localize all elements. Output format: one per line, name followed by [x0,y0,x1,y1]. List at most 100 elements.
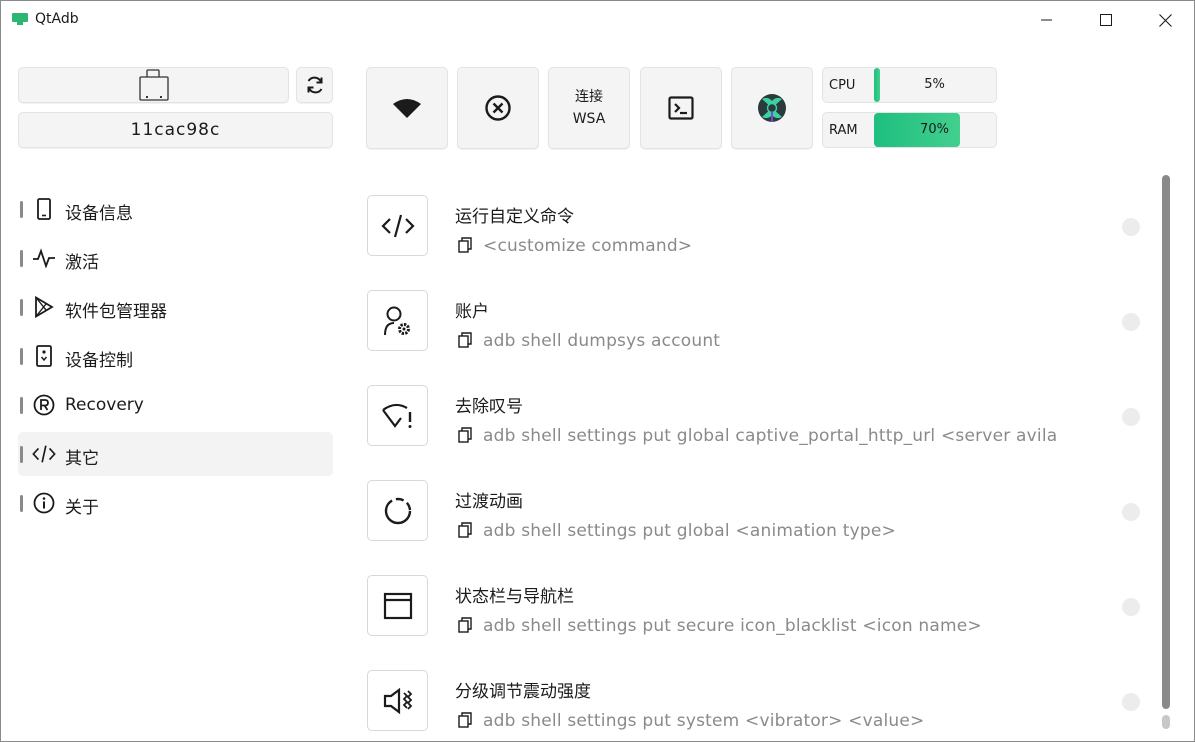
play-store-icon [32,296,56,318]
scrcpy-icon [758,94,786,122]
app-title: QtAdb [35,11,79,27]
device-select-button[interactable] [18,67,289,103]
minimize-icon [1041,19,1052,21]
device-serial-button[interactable]: 11cac98c [18,112,333,148]
command-icon-box[interactable] [367,195,428,256]
refresh-button[interactable] [296,67,333,103]
cancel-circle-icon [485,95,511,121]
copy-icon[interactable] [458,617,472,633]
wireless-connect-button[interactable] [366,67,448,149]
command-text: adb shell settings put global captive_po… [483,426,1058,446]
close-icon [1158,13,1172,27]
command-title: 状态栏与导航栏 [455,587,574,607]
monitor-icon [12,13,28,25]
command-icon-box[interactable] [367,290,428,351]
terminal-icon [668,96,694,120]
sidebar-item-recovery[interactable]: Recovery [18,383,333,427]
copy-icon[interactable] [458,427,472,443]
status-dot [1122,218,1140,236]
user-settings-icon [383,306,410,335]
command-text: adb shell dumpsys account [483,331,721,351]
copy-icon[interactable] [458,522,472,538]
sidebar-item-label: 设备控制 [65,351,133,371]
command-item-transition-animation[interactable]: 过渡动画 adb shell settings put global <anim… [366,479,1156,574]
vibrate-icon [383,687,412,714]
maximize-button[interactable] [1077,1,1135,39]
sidebar-item-label: 激活 [65,253,99,273]
nav-indicator [20,397,23,414]
app-window: QtAdb 11cac98c 连接 WSA CPU 5% RAM 70% 设备信… [0,0,1195,742]
copy-icon[interactable] [458,712,472,728]
command-text: adb shell settings put system <vibrator>… [483,711,925,731]
sidebar-item-label: 其它 [65,449,99,469]
code-icon [380,214,415,237]
disconnect-button[interactable] [457,67,539,149]
sidebar-item-device-control[interactable]: 设备控制 [18,334,333,378]
command-item-remove-exclamation[interactable]: 去除叹号 adb shell settings put global capti… [366,384,1156,479]
ram-meter: RAM 70% [822,112,997,148]
nav-indicator [20,299,23,316]
command-icon-box[interactable] [367,670,428,731]
sidebar-item-package-manager[interactable]: 软件包管理器 [18,285,333,329]
cpu-value: 5% [924,77,945,92]
loading-circle-icon [384,497,411,524]
command-item-vibration[interactable]: 分级调节震动强度 adb shell settings put system <… [366,669,1156,741]
sidebar-item-label: 软件包管理器 [65,302,167,322]
status-dot [1122,408,1140,426]
sidebar-item-device-info[interactable]: 设备信息 [18,187,333,231]
scrcpy-button[interactable] [731,67,813,149]
code-icon [32,443,56,465]
connect-wsa-label: 连接 WSA [572,89,606,127]
nav-indicator [20,446,23,463]
command-item-custom[interactable]: 运行自定义命令 <customize command> [366,194,1156,289]
terminal-button[interactable] [640,67,722,149]
status-dot [1122,598,1140,616]
sidebar-item-label: Recovery [65,395,144,415]
devices-icon [138,69,169,101]
command-title: 账户 [455,302,489,322]
command-item-account[interactable]: 账户 adb shell dumpsys account [366,289,1156,384]
status-dot [1122,503,1140,521]
command-item-status-nav-bar[interactable]: 状态栏与导航栏 adb shell settings put secure ic… [366,574,1156,669]
window-icon [383,592,412,619]
pulse-icon [32,247,56,269]
wifi-warning-icon [381,403,411,428]
sidebar-item-label: 关于 [65,498,99,518]
cpu-label: CPU [829,78,856,93]
nav-indicator [20,495,23,512]
refresh-icon [307,76,322,94]
sidebar-item-about[interactable]: 关于 [18,481,333,525]
command-title: 分级调节震动强度 [455,682,591,702]
wifi-icon [393,99,421,118]
title-bar: QtAdb [1,1,1194,39]
command-icon-box[interactable] [367,480,428,541]
copy-icon[interactable] [458,237,472,253]
command-list: 运行自定义命令 <customize command> 账户 adb shell… [366,194,1156,741]
command-text: adb shell settings put secure icon_black… [483,616,982,636]
sidebar-item-activate[interactable]: 激活 [18,236,333,280]
minimize-button[interactable] [1018,1,1076,39]
close-button[interactable] [1136,1,1194,39]
status-dot [1122,693,1140,711]
ram-value: 70% [920,122,949,137]
command-text: <customize command> [483,236,693,256]
maximize-icon [1100,14,1112,26]
sidebar-nav: 设备信息 激活 软件包管理器 设备控制 Recovery 其它 关于 [18,187,333,530]
command-text: adb shell settings put global <animation… [483,521,896,541]
scrollbar-thumb[interactable] [1162,175,1170,709]
sidebar-item-label: 设备信息 [65,204,133,224]
status-dot [1122,313,1140,331]
command-icon-box[interactable] [367,575,428,636]
cpu-meter: CPU 5% [822,67,997,103]
nav-indicator [20,250,23,267]
copy-icon[interactable] [458,332,472,348]
vertical-scrollbar[interactable] [1161,175,1171,730]
nav-indicator [20,201,23,218]
sidebar-item-others[interactable]: 其它 [18,432,333,476]
registered-icon [32,394,56,416]
connect-wsa-button[interactable]: 连接 WSA [548,67,630,149]
scrollbar-down-arrow[interactable] [1162,715,1170,729]
nav-indicator [20,348,23,365]
command-title: 运行自定义命令 [455,207,574,227]
command-icon-box[interactable] [367,385,428,446]
